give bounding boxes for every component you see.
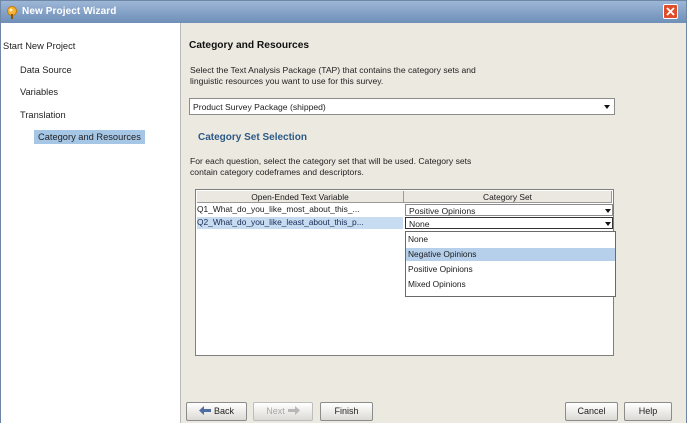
arrow-left-icon: [198, 406, 211, 415]
category-select-value: Positive Opinions: [409, 206, 476, 216]
title-bar[interactable]: New Project Wizard: [1, 1, 686, 23]
table-row-variable[interactable]: Q2_What_do_you_like_least_about_this_p..…: [197, 217, 403, 229]
close-button[interactable]: [663, 4, 678, 19]
nav-item-category-and-resources[interactable]: Category and Resources: [34, 130, 145, 144]
cancel-button[interactable]: Cancel: [565, 402, 618, 421]
arrow-right-icon: [287, 406, 300, 415]
back-button-label: Back: [213, 406, 234, 416]
close-icon: [666, 7, 675, 16]
tap-description-line-2: linguistic resources you want to use for…: [190, 76, 384, 86]
wizard-wand-icon: [7, 6, 17, 19]
dropdown-option-positive-opinions[interactable]: Positive Opinions: [406, 263, 615, 276]
table-row-variable[interactable]: Q1_What_do_you_like_most_about_this_...: [197, 204, 403, 216]
window-title: New Project Wizard: [22, 6, 117, 17]
dropdown-option-none[interactable]: None: [406, 233, 615, 246]
nav-item-data-source[interactable]: Data Source: [20, 65, 72, 75]
category-set-heading: Category Set Selection: [198, 132, 307, 143]
category-select-value: None: [409, 219, 430, 229]
wizard-window: New Project Wizard Start New Project Dat…: [0, 0, 687, 423]
chevron-down-icon: [605, 222, 611, 226]
nav-root-start-new-project[interactable]: Start New Project: [3, 41, 75, 51]
finish-button[interactable]: Finish: [320, 402, 373, 421]
chevron-down-icon: [604, 105, 610, 109]
category-set-description-line-1: For each question, select the category s…: [190, 156, 472, 166]
next-button[interactable]: Next: [253, 402, 313, 421]
tap-select[interactable]: Product Survey Package (shipped): [189, 98, 615, 115]
help-button[interactable]: Help: [624, 402, 672, 421]
category-select[interactable]: Positive Opinions: [405, 204, 613, 216]
column-header-category-set[interactable]: Category Set: [404, 191, 612, 203]
content-panel: Category and Resources Select the Text A…: [181, 23, 686, 423]
next-button-label: Next: [266, 406, 285, 416]
dropdown-option-mixed-opinions[interactable]: Mixed Opinions: [406, 278, 615, 291]
chevron-down-icon: [605, 209, 611, 213]
page-title: Category and Resources: [189, 40, 310, 51]
tap-description-line-1: Select the Text Analysis Package (TAP) t…: [190, 65, 476, 75]
nav-item-translation[interactable]: Translation: [20, 110, 66, 120]
nav-item-variables[interactable]: Variables: [20, 87, 58, 97]
category-set-description-line-2: contain category codeframes and descript…: [190, 167, 364, 177]
column-header-variable[interactable]: Open-Ended Text Variable: [197, 191, 404, 203]
category-set-description: For each question, select the category s…: [190, 156, 570, 178]
category-set-table: Open-Ended Text Variable Category Set Q1…: [195, 189, 616, 356]
category-dropdown-list: None Negative Opinions Positive Opinions…: [405, 231, 616, 297]
tap-select-value: Product Survey Package (shipped): [193, 102, 326, 112]
back-button[interactable]: Back: [186, 402, 247, 421]
dropdown-option-negative-opinions[interactable]: Negative Opinions: [406, 248, 615, 261]
tap-description: Select the Text Analysis Package (TAP) t…: [190, 65, 570, 87]
wizard-steps-sidebar: Start New Project Data Source Variables …: [1, 23, 181, 423]
category-select-open[interactable]: None: [405, 217, 613, 229]
